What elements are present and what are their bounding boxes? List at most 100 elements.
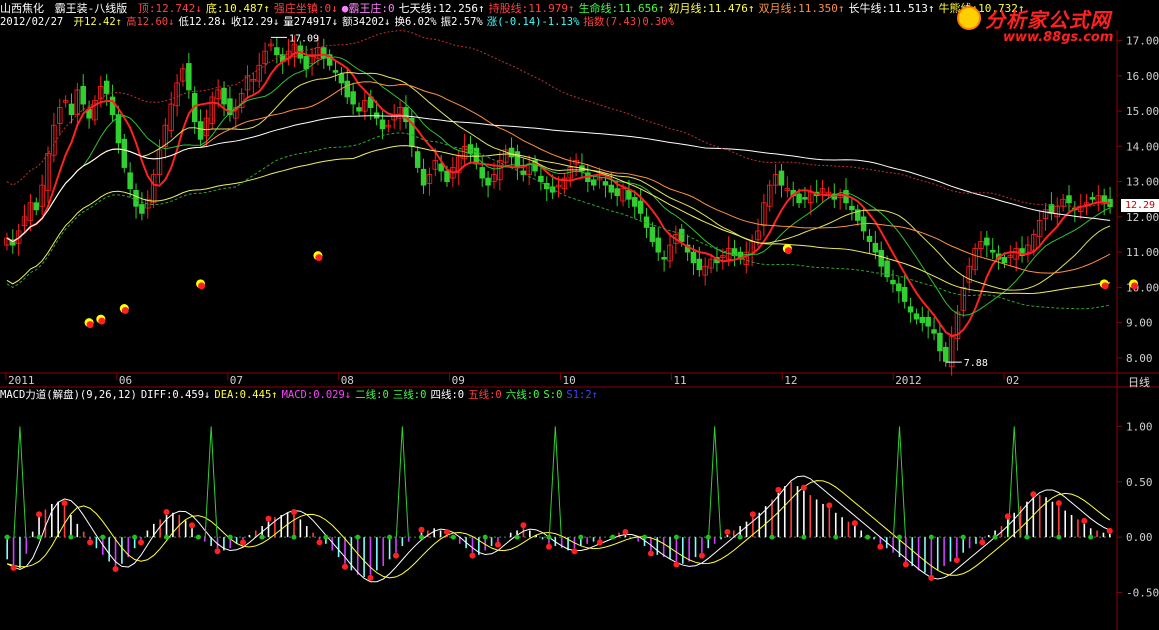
signal-spike xyxy=(204,426,218,538)
macd-dot xyxy=(724,528,731,535)
signal-dot-shadow xyxy=(86,321,94,329)
candle-body xyxy=(68,103,75,116)
price-tick-label: 14.00 xyxy=(1126,140,1159,153)
date-tick-label: 08 xyxy=(341,374,354,387)
macd-tick-label: 1.00 xyxy=(1126,420,1153,433)
price-tick-label: 17.00 xyxy=(1126,35,1159,48)
zero-dot xyxy=(132,534,138,540)
period-label[interactable]: 日线 xyxy=(1128,374,1150,390)
date-tick-label: 10 xyxy=(563,374,576,387)
signal-dot-shadow xyxy=(784,247,792,255)
macd-dot xyxy=(214,548,221,555)
macd-dot xyxy=(36,511,43,518)
candle-body xyxy=(127,172,133,190)
zero-dot xyxy=(68,534,74,540)
macd-dot xyxy=(571,548,578,555)
candle-body xyxy=(344,80,351,98)
candle-body xyxy=(872,242,879,253)
candle-body xyxy=(420,168,427,186)
candle-body xyxy=(802,197,808,200)
zero-dot xyxy=(928,534,934,540)
candle-body xyxy=(778,170,785,186)
macd-dot xyxy=(979,539,986,546)
price-tick-label: 12.00 xyxy=(1126,211,1159,224)
candle-body xyxy=(626,190,632,200)
zero-dot xyxy=(514,534,520,540)
date-tick-label: 06 xyxy=(119,374,132,387)
zero-dot xyxy=(227,534,233,540)
price-tick-label: 8.00 xyxy=(1126,352,1153,365)
zero-dot xyxy=(769,534,775,540)
candle-body xyxy=(121,138,128,168)
macd-dot xyxy=(189,522,196,529)
candle-body xyxy=(444,170,450,183)
candle-body xyxy=(678,228,685,242)
candle-body xyxy=(931,329,937,334)
chart-canvas[interactable]: 17.0016.0015.0014.0013.0012.0011.0010.00… xyxy=(0,0,1159,630)
candle-body xyxy=(937,332,943,352)
zero-dot xyxy=(36,534,42,540)
candle-body xyxy=(197,121,204,140)
macd-dot xyxy=(877,543,884,550)
zero-dot xyxy=(992,534,998,540)
lower-envelope-line xyxy=(6,132,1111,310)
signal-dot-shadow xyxy=(315,254,323,262)
signal-spike xyxy=(548,426,562,538)
zero-dot xyxy=(865,534,871,540)
candle-body xyxy=(356,107,362,112)
signal-dot-shadow xyxy=(1101,282,1109,290)
candle-body xyxy=(890,279,896,285)
date-tick-label: 09 xyxy=(452,374,465,387)
candle-body xyxy=(649,227,656,242)
price-tick-label: 9.00 xyxy=(1126,317,1153,330)
candle-body xyxy=(133,190,139,207)
zero-dot xyxy=(833,534,839,540)
zero-dot xyxy=(960,534,966,540)
date-tick-label: 2011 xyxy=(8,374,35,387)
candle-body xyxy=(632,197,638,207)
signal-spike xyxy=(395,426,409,538)
date-tick-label: 12 xyxy=(784,374,797,387)
extreme-label: 17.09 xyxy=(289,33,319,44)
candle-body xyxy=(1066,195,1072,204)
candle-body xyxy=(901,286,908,302)
macd-tick-label: -0.50 xyxy=(1126,587,1159,600)
zero-dot xyxy=(642,534,648,540)
candle-body xyxy=(33,202,40,211)
candle-body xyxy=(538,175,544,183)
price-tick-label: 13.00 xyxy=(1126,176,1159,189)
zero-dot xyxy=(164,534,170,540)
zero-dot xyxy=(896,534,902,540)
macd-dot xyxy=(163,509,170,515)
candle-body xyxy=(467,144,474,154)
candle-body xyxy=(608,184,615,193)
candle-body xyxy=(943,346,949,362)
macd-dot xyxy=(800,484,807,491)
candle-body xyxy=(274,47,280,56)
signal-dot-shadow xyxy=(121,307,129,315)
candle-body xyxy=(1048,204,1055,214)
candle-body xyxy=(186,63,192,91)
candle-body xyxy=(332,70,339,73)
candle-body xyxy=(338,73,345,84)
macd-tick-label: 0.00 xyxy=(1126,531,1153,544)
macd-dot xyxy=(851,520,858,527)
candle-body xyxy=(350,91,356,105)
candle-body xyxy=(614,188,620,197)
price-tick-label: 16.00 xyxy=(1126,70,1159,83)
macd-dot xyxy=(341,563,348,570)
macd-dot xyxy=(545,543,552,550)
candle-body xyxy=(479,167,485,179)
signal-spike xyxy=(13,426,27,538)
candle-body xyxy=(907,306,914,313)
zero-dot xyxy=(482,534,488,540)
zero-dot xyxy=(673,534,679,540)
overlay-line-5 xyxy=(6,145,1111,295)
zero-dot xyxy=(1088,534,1094,540)
macd-dot xyxy=(61,500,68,507)
candle-body xyxy=(485,177,491,186)
candle-body xyxy=(655,237,661,253)
macd-dot xyxy=(647,550,654,557)
signal-spike xyxy=(708,426,722,538)
macd-dot xyxy=(698,552,705,559)
